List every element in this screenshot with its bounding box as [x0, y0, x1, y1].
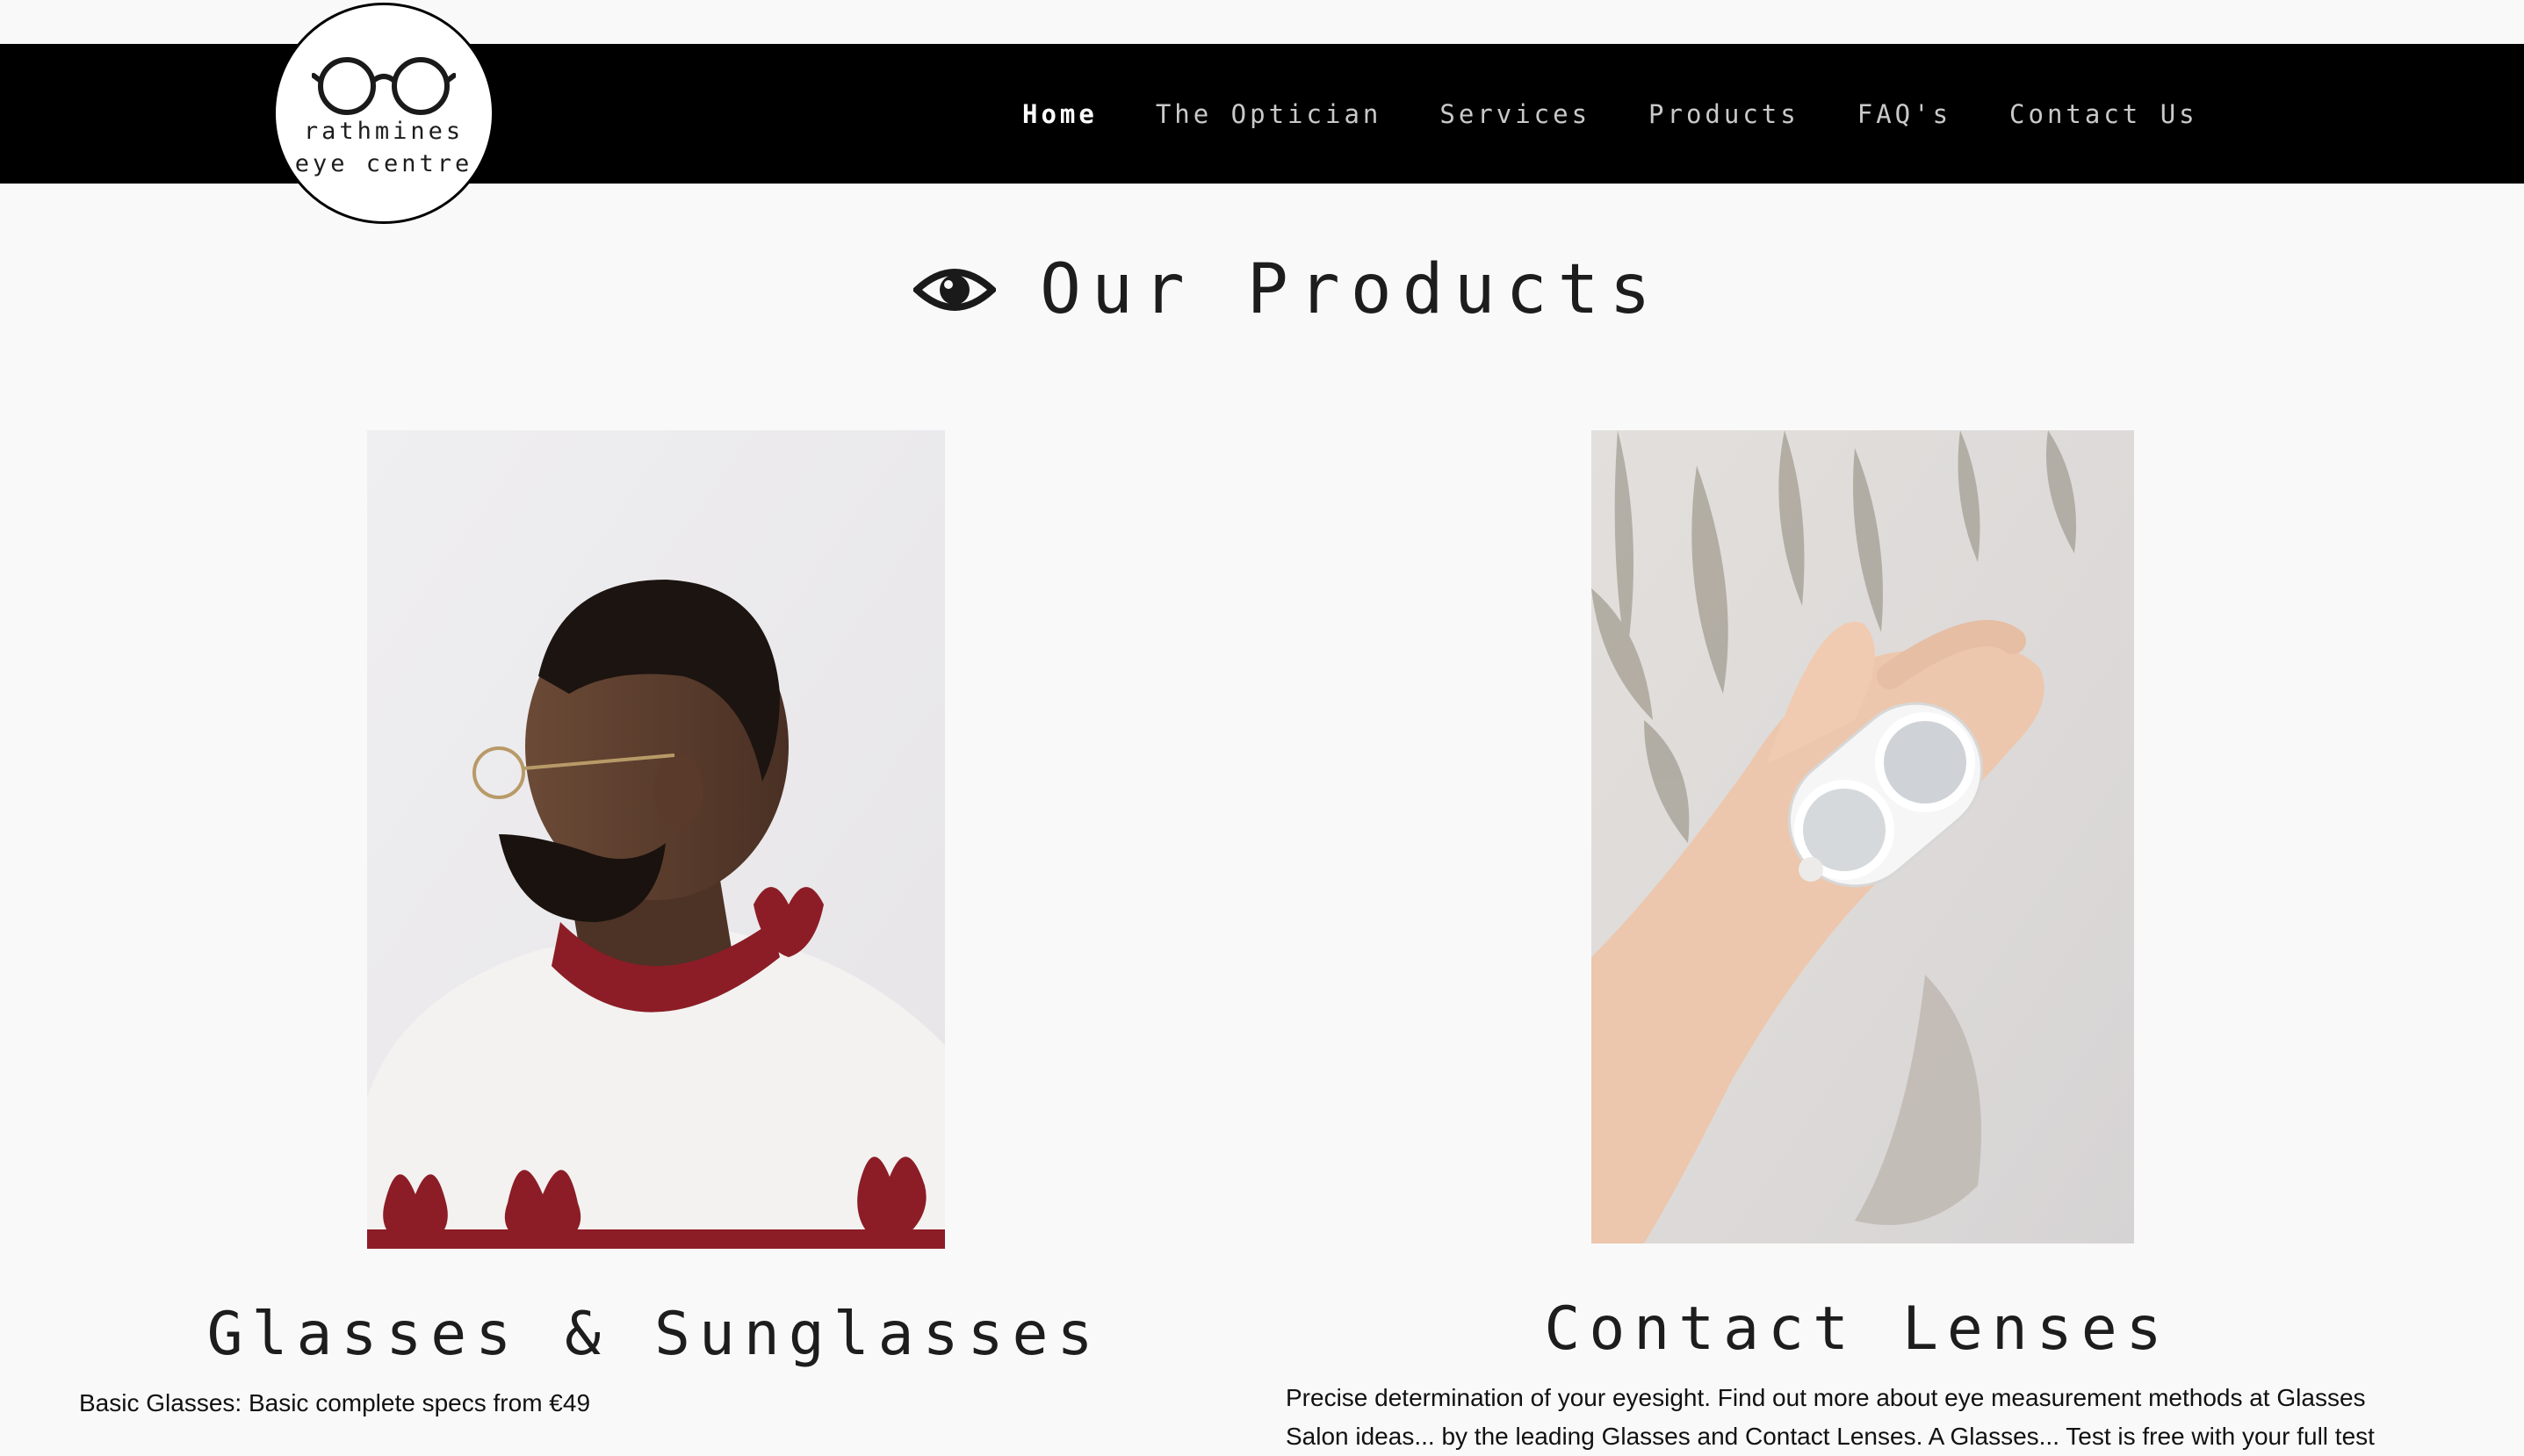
glasses-logo-icon [312, 57, 456, 115]
man-wearing-glasses-photo [367, 430, 945, 1249]
product-title-glasses: Glasses & Sunglasses [206, 1300, 1102, 1369]
product-title-contact-lenses: Contact Lenses [1544, 1294, 2171, 1364]
nav-item-faqs[interactable]: FAQ's [1857, 99, 1951, 129]
logo-text-line1: rathmines [303, 118, 465, 145]
logo-text-line2: eye centre [294, 150, 473, 177]
nav-item-services[interactable]: Services [1439, 99, 1590, 129]
nav-item-home[interactable]: Home [1022, 99, 1098, 129]
product-description-glasses: Basic Glasses: Basic complete specs from… [79, 1389, 591, 1416]
product-description-contact-lenses: Precise determination of your eyesight. … [1286, 1384, 2366, 1411]
page-heading: Our Products [913, 246, 1662, 334]
nav-item-products[interactable]: Products [1648, 99, 1799, 129]
product-description-contact-lenses-cut: Salon ideas... by the leading Glasses an… [1286, 1423, 2375, 1450]
page-title: Our Products [1040, 250, 1662, 329]
hand-holding-contact-lens-case-photo [1591, 430, 2134, 1243]
main-menu: Home The Optician Services Products FAQ'… [1022, 44, 2198, 184]
nav-item-the-optician[interactable]: The Optician [1156, 99, 1382, 129]
nav-item-contact-us[interactable]: Contact Us [2009, 99, 2198, 129]
site-logo[interactable]: rathmines eye centre [273, 3, 494, 224]
eye-icon [913, 269, 996, 311]
